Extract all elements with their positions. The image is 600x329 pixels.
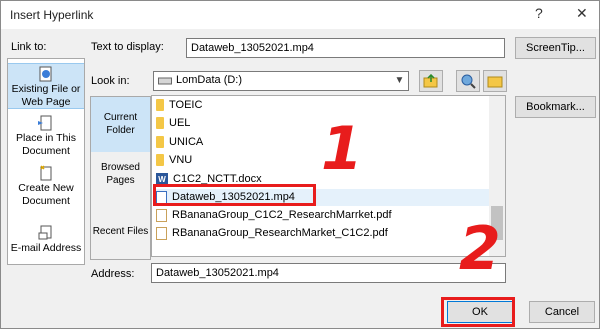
text-to-display-label: Text to display: — [91, 41, 164, 53]
list-item[interactable]: UEL — [156, 115, 190, 132]
drive-icon — [158, 77, 172, 85]
chevron-down-icon[interactable]: ▼ — [390, 72, 408, 90]
document-icon — [38, 115, 52, 131]
file-name: UEL — [169, 117, 191, 129]
browse-web-icon — [461, 74, 476, 89]
nav-recent-files[interactable]: Recent Files — [91, 225, 150, 245]
look-in-combobox[interactable]: LomData (D:) ▼ — [153, 71, 409, 91]
insert-hyperlink-dialog: Insert Hyperlink ? ✕ Link to: Existing F… — [0, 0, 600, 329]
link-to-label: Link to: — [11, 41, 47, 53]
look-in-value: LomData (D:) — [176, 74, 243, 86]
close-button[interactable]: ✕ — [576, 5, 588, 22]
annotation-step-2: 2 — [459, 214, 501, 284]
link-to-email-label: E-mail Address — [10, 242, 82, 254]
link-to-place-in-document[interactable]: Place in This Document — [8, 115, 84, 159]
title-bar: Insert Hyperlink ? ✕ — [1, 1, 599, 29]
address-label: Address: — [91, 268, 135, 280]
highlight-selected-file — [153, 184, 316, 206]
pdf-file-icon — [156, 226, 167, 240]
nav-current-folder[interactable]: Current Folder — [91, 97, 150, 152]
list-item[interactable]: TOEIC — [156, 97, 202, 114]
browse-nav-pane: Current Folder Browsed Pages Recent File… — [90, 96, 151, 260]
link-to-pane: Existing File or Web Page Place in This … — [7, 58, 85, 265]
pdf-file-icon — [156, 208, 167, 222]
cancel-button[interactable]: Cancel — [529, 301, 595, 323]
list-item[interactable]: UNICA — [156, 134, 203, 151]
browse-file-button[interactable] — [483, 70, 507, 92]
file-name: RBananaGroup_ResearchMarket_C1C2.pdf — [172, 227, 388, 239]
list-item[interactable]: RBananaGroup_ResearchMarket_C1C2.pdf — [156, 225, 388, 242]
file-name: UNICA — [169, 136, 204, 148]
browse-web-button[interactable] — [456, 70, 480, 92]
list-item[interactable]: RBananaGroup_C1C2_ResearchMarrket.pdf — [156, 207, 392, 224]
file-name: TOEIC — [169, 99, 203, 111]
new-document-icon — [40, 165, 52, 181]
folder-icon — [156, 154, 164, 167]
look-in-label: Look in: — [91, 75, 130, 87]
bookmark-button[interactable]: Bookmark... — [515, 96, 596, 118]
folder-icon — [156, 99, 164, 112]
globe-page-icon — [39, 66, 52, 82]
folder-icon — [156, 117, 164, 130]
list-item[interactable]: VNU — [156, 152, 192, 169]
highlight-ok-button — [441, 297, 515, 327]
dialog-title: Insert Hyperlink — [10, 8, 94, 22]
link-to-create-new-document[interactable]: Create New Document — [8, 165, 84, 209]
screentip-button[interactable]: ScreenTip... — [515, 37, 596, 59]
browse-file-icon — [487, 76, 503, 88]
link-to-existing-file[interactable]: Existing File or Web Page — [8, 63, 84, 109]
file-name: VNU — [169, 154, 193, 166]
link-to-existing-file-label: Existing File or Web Page — [11, 83, 81, 108]
mail-icon — [38, 225, 52, 240]
address-input[interactable]: Dataweb_13052021.mp4 — [151, 263, 506, 283]
annotation-step-1: 1 — [321, 114, 363, 184]
up-folder-icon — [423, 74, 438, 88]
nav-browsed-pages[interactable]: Browsed Pages — [91, 161, 150, 201]
file-name: RBananaGroup_C1C2_ResearchMarrket.pdf — [172, 209, 392, 221]
link-to-place-label: Place in This Document — [16, 132, 76, 157]
folder-icon — [156, 136, 164, 149]
link-to-create-label: Create New Document — [18, 182, 74, 207]
link-to-email-address[interactable]: E-mail Address — [8, 225, 84, 259]
help-button[interactable]: ? — [535, 5, 543, 21]
up-folder-button[interactable] — [419, 70, 443, 92]
text-to-display-input[interactable]: Dataweb_13052021.mp4 — [186, 38, 505, 58]
